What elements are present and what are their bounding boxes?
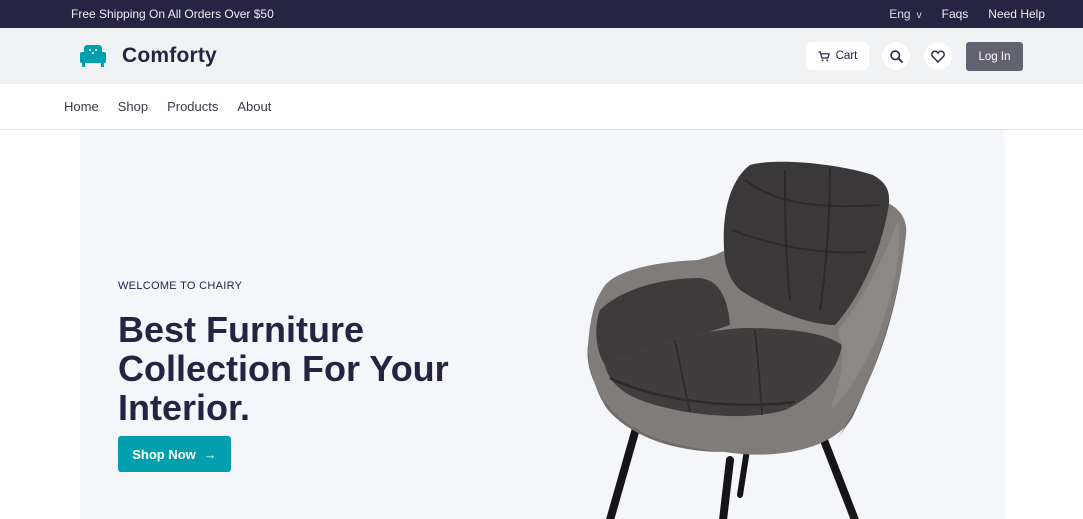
wishlist-button[interactable] <box>924 42 952 70</box>
hero-eyebrow: WELCOME TO CHAIRY <box>118 280 243 292</box>
hero-headline: Best Furniture Collection For Your Inter… <box>118 309 449 428</box>
faqs-link[interactable]: Faqs <box>942 7 969 21</box>
sofa-logo-icon <box>80 45 106 67</box>
language-label: Eng <box>889 7 911 21</box>
cart-label: Cart <box>835 50 858 62</box>
search-icon <box>889 49 903 63</box>
armchair-image <box>587 161 907 519</box>
need-help-link[interactable]: Need Help <box>988 7 1045 21</box>
language-selector[interactable]: Eng v <box>889 7 921 21</box>
search-button[interactable] <box>882 42 910 70</box>
topbar-links: Eng v Faqs Need Help <box>889 7 1045 21</box>
cart-button[interactable]: Cart <box>806 42 869 70</box>
promo-text: Free Shipping On All Orders Over $50 <box>71 7 274 21</box>
shop-now-button[interactable]: Shop Now → <box>118 436 231 472</box>
chevron-down-icon: v <box>916 9 922 21</box>
site-header: Comforty Cart Log In <box>0 28 1083 84</box>
brand-name: Comforty <box>122 44 217 67</box>
nav-item-shop[interactable]: Shop <box>118 99 148 114</box>
announcement-bar: Free Shipping On All Orders Over $50 Eng… <box>0 0 1083 28</box>
shop-now-label: Shop Now <box>132 446 196 462</box>
main-nav: Home Shop Products About <box>0 84 1083 130</box>
nav-item-products[interactable]: Products <box>167 99 218 114</box>
nav-item-home[interactable]: Home <box>64 99 99 114</box>
login-button[interactable]: Log In <box>966 42 1023 71</box>
cart-icon <box>818 50 830 61</box>
arrow-right-icon: → <box>203 446 217 462</box>
hero-section: WELCOME TO CHAIRY Best Furniture Collect… <box>80 130 1005 519</box>
nav-item-about[interactable]: About <box>237 99 271 114</box>
brand-logo[interactable]: Comforty <box>79 42 217 70</box>
heart-icon <box>931 50 945 63</box>
